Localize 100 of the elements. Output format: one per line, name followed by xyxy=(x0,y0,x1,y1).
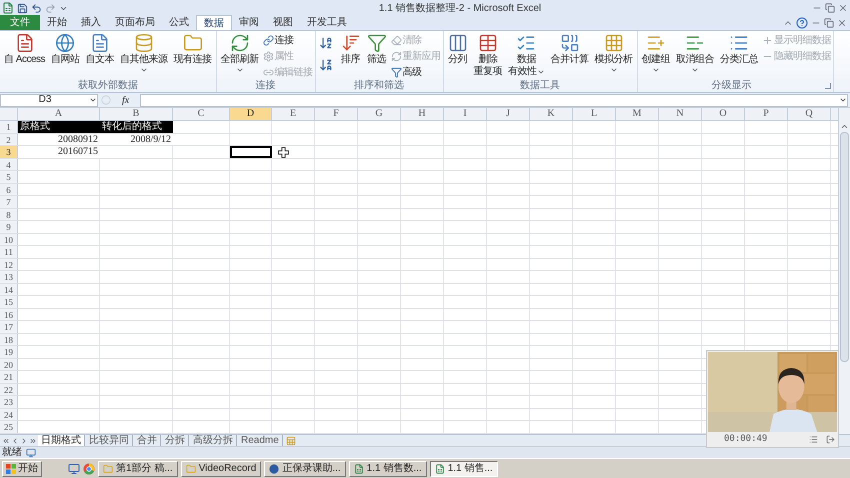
formula-input[interactable] xyxy=(140,94,848,106)
column-header[interactable]: Q xyxy=(788,108,831,120)
column-header[interactable]: B xyxy=(100,108,173,120)
row-header[interactable]: 11 xyxy=(0,246,18,258)
ribbon-button[interactable]: 排序 xyxy=(338,31,363,79)
column-header[interactable]: M xyxy=(616,108,659,120)
row-header[interactable]: 6 xyxy=(0,184,18,195)
ribbon-button[interactable]: 取消组合 xyxy=(674,31,716,79)
save-icon xyxy=(17,2,28,14)
ribbon-tab[interactable]: 插入 xyxy=(74,15,108,30)
row-header[interactable]: 25 xyxy=(0,421,18,432)
caret-icon xyxy=(536,68,545,76)
taskbar-button[interactable]: 第1部分 稿... xyxy=(98,460,178,476)
row-header[interactable]: 3 xyxy=(0,146,18,158)
sort-descending-button[interactable] xyxy=(318,57,334,73)
column-header[interactable]: G xyxy=(358,108,401,120)
row-header[interactable]: 24 xyxy=(0,408,18,420)
row-header[interactable]: 2 xyxy=(0,134,18,145)
column-header[interactable]: E xyxy=(272,108,315,120)
row-header[interactable]: 1 xyxy=(0,121,18,132)
ribbon-tab[interactable]: 审阅 xyxy=(232,15,266,30)
column-header[interactable]: P xyxy=(745,108,788,120)
ribbon-button[interactable]: 全部刷新 xyxy=(218,31,261,79)
ribbon-button[interactable]: 自文本 xyxy=(84,31,116,79)
taskbar-button[interactable]: 1.1 销售数... xyxy=(348,460,427,476)
ribbon-button[interactable]: 分类汇总 xyxy=(718,31,760,79)
row-header[interactable]: 4 xyxy=(0,158,18,170)
ribbon-button[interactable]: 筛选 xyxy=(364,31,389,79)
sort-ascending-button[interactable] xyxy=(318,35,334,51)
column-header[interactable]: F xyxy=(315,108,358,120)
column-header[interactable]: L xyxy=(573,108,616,120)
ribbon-tab[interactable]: 数据 xyxy=(196,15,232,30)
previous-sheet-icon[interactable] xyxy=(11,436,19,444)
ribbon-tab[interactable]: 开始 xyxy=(40,15,74,30)
ribbon-button[interactable]: 数据 有效性 xyxy=(506,31,547,79)
ribbon-small-button[interactable]: 高级 xyxy=(390,65,441,79)
ribbon-button[interactable]: 自 Access xyxy=(2,31,48,79)
name-box[interactable]: D3 xyxy=(0,94,98,106)
save-button[interactable] xyxy=(17,2,28,14)
ribbon-tab[interactable]: 公式 xyxy=(162,15,196,30)
row-header[interactable]: 7 xyxy=(0,196,18,208)
list-icon[interactable] xyxy=(809,435,818,444)
ribbon-button[interactable]: 分列 xyxy=(446,31,470,79)
vertical-scrollbar[interactable] xyxy=(838,108,850,434)
row-header[interactable]: 13 xyxy=(0,271,18,282)
ribbon-button[interactable]: 自网站 xyxy=(49,31,82,79)
row-header[interactable]: 23 xyxy=(0,396,18,408)
row-header[interactable]: 5 xyxy=(0,171,18,182)
first-sheet-icon[interactable] xyxy=(2,436,10,444)
desktop-icon[interactable] xyxy=(68,462,80,474)
taskbar-button[interactable]: 正保录课助... xyxy=(264,460,346,476)
insert-function-button[interactable]: fx xyxy=(114,92,138,108)
start-button[interactable]: 开始 xyxy=(2,460,42,476)
row-header[interactable]: 15 xyxy=(0,296,18,308)
row-header[interactable]: 9 xyxy=(0,221,18,232)
taskbar-button[interactable]: 1.1 销售... xyxy=(430,460,498,476)
sheet-tab[interactable]: 日期格式 xyxy=(38,434,85,446)
caret-icon xyxy=(89,96,97,104)
ribbon-tab[interactable]: 视图 xyxy=(266,15,300,30)
restore-button[interactable] xyxy=(825,3,835,13)
row-header[interactable]: 17 xyxy=(0,321,18,332)
undo-icon xyxy=(31,2,42,14)
column-header[interactable]: J xyxy=(487,108,530,120)
row-header[interactable]: 19 xyxy=(0,346,18,358)
column-header[interactable]: I xyxy=(444,108,487,120)
row-header[interactable]: 18 xyxy=(0,334,18,345)
row-header[interactable]: 12 xyxy=(0,258,18,270)
ribbon-tab[interactable]: 页面布局 xyxy=(108,15,162,30)
group-label: 获取外部数据 xyxy=(76,80,139,92)
column-header[interactable]: D xyxy=(230,108,272,120)
column-header[interactable]: H xyxy=(401,108,444,120)
last-sheet-icon[interactable] xyxy=(29,436,37,444)
row-header[interactable]: 21 xyxy=(0,371,18,382)
row-header[interactable]: 10 xyxy=(0,234,18,245)
ribbon-button[interactable]: 合并计算 xyxy=(548,31,591,79)
next-sheet-icon[interactable] xyxy=(20,436,28,444)
column-header[interactable]: N xyxy=(659,108,702,120)
ribbon-button[interactable]: 删除 重复项 xyxy=(472,31,504,79)
ribbon-button[interactable]: 创建组 xyxy=(640,31,672,79)
undo-button[interactable] xyxy=(31,2,42,14)
ribbon-button[interactable]: 现有连接 xyxy=(172,31,214,79)
row-header[interactable]: 8 xyxy=(0,208,18,220)
row-header[interactable]: 20 xyxy=(0,358,18,370)
row-header[interactable]: 16 xyxy=(0,308,18,320)
row-header[interactable]: 14 xyxy=(0,284,18,295)
file-tab[interactable]: 文件 xyxy=(0,15,40,30)
row-header[interactable]: 22 xyxy=(0,384,18,395)
table-cell-text: 2008/9/12 xyxy=(129,134,172,145)
ribbon-small-button[interactable]: 连接 xyxy=(262,33,313,47)
ribbon-button[interactable]: 自其他来源 xyxy=(118,31,170,79)
browser-icon[interactable] xyxy=(83,462,95,474)
exit-icon[interactable] xyxy=(826,435,835,444)
column-header[interactable]: A xyxy=(18,108,100,120)
ribbon-button[interactable]: 模拟分析 xyxy=(592,31,635,79)
ribbon-tab[interactable]: 开发工具 xyxy=(300,15,354,30)
dialog-launcher-icon[interactable] xyxy=(825,83,832,89)
column-header[interactable]: O xyxy=(702,108,745,120)
close-button[interactable] xyxy=(838,3,848,13)
taskbar-button[interactable]: VideoRecord xyxy=(180,460,262,476)
column-header[interactable]: K xyxy=(530,108,573,120)
